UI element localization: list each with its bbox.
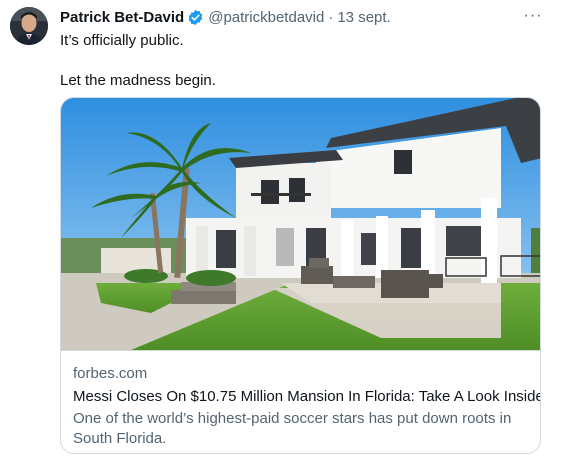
author-handle[interactable]: @patrickbetdavid xyxy=(208,9,324,26)
avatar-image xyxy=(10,7,48,45)
card-domain: forbes.com xyxy=(73,365,148,382)
tweet-text: It’s officially public. Let the madness … xyxy=(60,31,216,91)
tweet-text-line: It’s officially public. xyxy=(60,32,184,49)
avatar[interactable] xyxy=(10,7,48,45)
card-body[interactable]: forbes.com Messi Closes On $10.75 Millio… xyxy=(73,364,541,449)
tweet-text-line: Let the madness begin. xyxy=(60,72,216,89)
card-description: One of the world’s highest-paid soccer s… xyxy=(73,410,512,447)
tweet-date[interactable]: 13 sept. xyxy=(337,9,390,26)
separator-dot: · xyxy=(328,8,334,26)
author-name[interactable]: Patrick Bet-David xyxy=(60,9,184,26)
verified-badge-icon xyxy=(188,9,203,25)
card-title: Messi Closes On $10.75 Million Mansion I… xyxy=(73,388,541,405)
link-card[interactable]: forbes.com Messi Closes On $10.75 Millio… xyxy=(60,97,541,454)
more-options-icon[interactable]: ··· xyxy=(521,6,545,26)
card-image[interactable] xyxy=(61,98,541,351)
tweet-header: Patrick Bet-David @patrickbetdavid · 13 … xyxy=(60,7,391,27)
tweet[interactable]: Patrick Bet-David @patrickbetdavid · 13 … xyxy=(0,0,561,461)
